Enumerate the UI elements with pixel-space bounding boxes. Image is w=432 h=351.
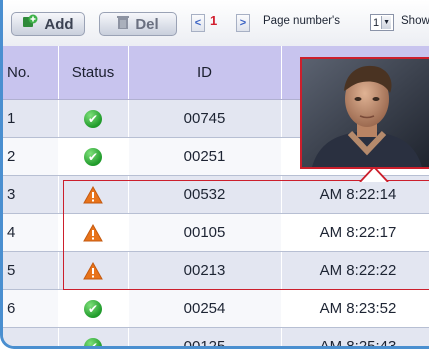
check-circle-icon: ✔	[84, 299, 102, 318]
cell-id: 00532	[128, 175, 282, 214]
warning-triangle-icon	[83, 185, 103, 204]
chevron-left-icon: <	[194, 17, 202, 29]
operator-photo-callout	[300, 57, 429, 169]
check-circle-icon: ✔	[84, 109, 102, 128]
cell-status	[58, 251, 129, 290]
cell-no: 2	[3, 137, 59, 176]
cell-id: 00105	[128, 213, 282, 252]
chevron-right-icon: >	[239, 17, 247, 29]
cell-no: 1	[3, 99, 59, 138]
cell-id: 00251	[128, 137, 282, 176]
table-row[interactable]: 5 00213 AM 8:22:22	[3, 251, 429, 290]
table-row[interactable]: 4 00105 AM 8:22:17	[3, 213, 429, 252]
next-page-button[interactable]: >	[236, 14, 250, 32]
cell-time: AM 8:23:52	[281, 289, 429, 328]
prev-page-button[interactable]: <	[191, 14, 205, 32]
add-button-label: Add	[44, 15, 74, 33]
column-header-status[interactable]: Status	[58, 46, 129, 100]
cell-status	[58, 175, 129, 214]
add-button[interactable]: Add	[11, 12, 85, 36]
table-row[interactable]: 6 ✔ 00254 AM 8:23:52	[3, 289, 429, 328]
check-circle-icon: ✔	[84, 147, 102, 166]
current-page-number: 1	[210, 13, 218, 28]
cell-time: AM 8:22:22	[281, 251, 429, 290]
warning-triangle-icon	[83, 223, 103, 242]
cell-id: 00213	[128, 251, 282, 290]
cell-status: ✔	[58, 137, 129, 176]
cell-time: AM 8:25:43	[281, 327, 429, 346]
cell-status: ✔	[58, 327, 129, 346]
delete-button[interactable]: Del	[99, 12, 177, 36]
app-frame: Add Del < 1 > Page number's 1 ▼ Show No.…	[0, 0, 429, 349]
cell-status: ✔	[58, 289, 129, 328]
column-header-id[interactable]: ID	[128, 46, 282, 100]
cell-status	[58, 213, 129, 252]
check-circle-icon: ✔	[84, 337, 102, 346]
cell-id: 00745	[128, 99, 282, 138]
cell-status: ✔	[58, 99, 129, 138]
table-row[interactable]: ✔ 00125 AM 8:25:43	[3, 327, 429, 346]
trash-icon	[117, 15, 130, 34]
cell-no	[3, 327, 59, 346]
show-label: Show	[401, 15, 429, 27]
add-icon	[22, 14, 38, 34]
column-header-no[interactable]: No.	[3, 46, 59, 100]
chevron-down-icon: ▼	[381, 16, 392, 29]
page-number-label: Page number's	[263, 15, 340, 27]
cell-no: 4	[3, 213, 59, 252]
cell-no: 5	[3, 251, 59, 290]
cell-time: AM 8:22:14	[281, 175, 429, 214]
cell-id: 00254	[128, 289, 282, 328]
operator-photo	[302, 59, 429, 167]
delete-button-label: Del	[135, 15, 159, 33]
cell-no: 3	[3, 175, 59, 214]
warning-triangle-icon	[83, 261, 103, 280]
toolbar: Add Del < 1 > Page number's 1 ▼ Show	[3, 0, 429, 47]
page-select-value: 1	[373, 16, 380, 29]
cell-no: 6	[3, 289, 59, 328]
cell-id: 00125	[128, 327, 282, 346]
cell-time: AM 8:22:17	[281, 213, 429, 252]
page-select[interactable]: 1 ▼	[370, 14, 395, 31]
